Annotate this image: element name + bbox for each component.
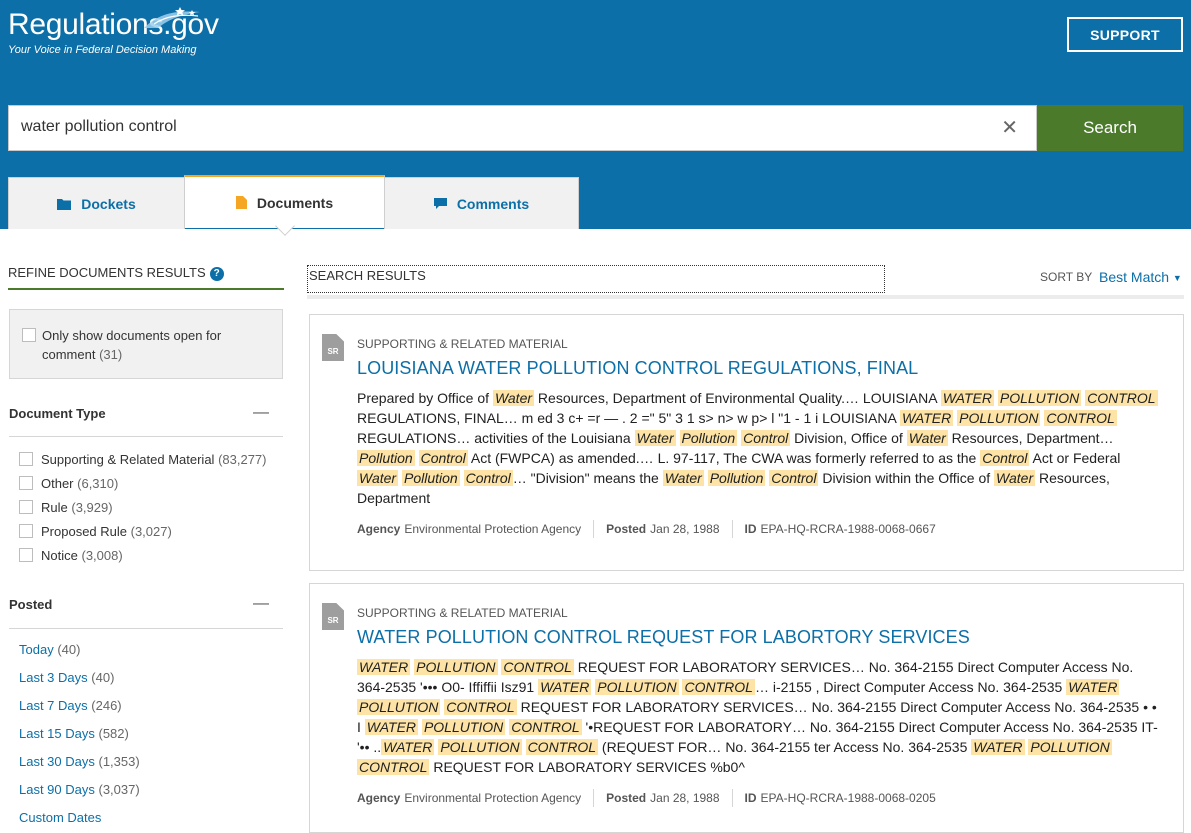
flag-swoosh-icon bbox=[144, 7, 200, 28]
result-snippet: WATER POLLUTION CONTROL REQUEST FOR LABO… bbox=[357, 659, 1158, 775]
sort-by-label: SORT BY bbox=[1040, 270, 1093, 284]
checkbox[interactable] bbox=[19, 476, 33, 490]
filter-notice[interactable]: Notice (3,008) bbox=[19, 548, 123, 563]
help-icon[interactable]: ? bbox=[209, 267, 224, 281]
divider bbox=[307, 295, 1184, 299]
result-card: SR SUPPORTING & RELATED MATERIAL LOUISIA… bbox=[309, 314, 1184, 571]
supporting-material-icon: SR bbox=[322, 334, 344, 361]
divider bbox=[9, 436, 283, 437]
agency: Environmental Protection Agency bbox=[404, 791, 582, 805]
result-type: SUPPORTING & RELATED MATERIAL bbox=[357, 337, 568, 351]
comment-icon bbox=[433, 197, 447, 209]
posted-date: Jan 28, 1988 bbox=[650, 791, 720, 805]
posted-heading[interactable]: Posted — bbox=[9, 595, 283, 613]
result-title-link[interactable]: WATER POLLUTION CONTROL REQUEST FOR LABO… bbox=[357, 627, 970, 648]
supporting-material-icon: SR bbox=[322, 603, 344, 630]
posted-last-90-days-link[interactable]: Last 90 Days (3,037) bbox=[19, 782, 140, 797]
posted-last-15-days-link[interactable]: Last 15 Days (582) bbox=[19, 726, 129, 741]
tab-label: Documents bbox=[256, 194, 334, 211]
filter-other[interactable]: Other (6,310) bbox=[19, 476, 118, 491]
filter-rule[interactable]: Rule (3,929) bbox=[19, 500, 113, 515]
document-icon bbox=[235, 196, 247, 209]
sort-dropdown[interactable]: Best Match ▼ bbox=[1099, 269, 1182, 285]
document-id: EPA-HQ-RCRA-1988-0068-0205 bbox=[760, 791, 936, 805]
caret-down-icon: ▼ bbox=[1172, 273, 1182, 283]
posted-last-3-days-link[interactable]: Last 3 Days (40) bbox=[19, 670, 114, 685]
result-meta: Agency Environmental Protection Agency Po… bbox=[357, 520, 936, 538]
site-tagline: Your Voice in Federal Decision Making bbox=[8, 44, 197, 56]
tab-comments[interactable]: Comments bbox=[384, 177, 579, 229]
posted-date: Jan 28, 1988 bbox=[650, 522, 720, 536]
result-card: SR SUPPORTING & RELATED MATERIAL WATER P… bbox=[309, 583, 1184, 833]
result-title-link[interactable]: LOUISIANA WATER POLLUTION CONTROL REGULA… bbox=[357, 358, 918, 379]
clear-icon[interactable]: ✕ bbox=[1001, 117, 1018, 139]
result-meta: Agency Environmental Protection Agency Po… bbox=[357, 789, 936, 807]
agency: Environmental Protection Agency bbox=[404, 522, 582, 536]
divider bbox=[9, 628, 283, 629]
result-snippet: Prepared by Office of Water Resources, D… bbox=[357, 390, 1158, 506]
checkbox[interactable] bbox=[19, 500, 33, 514]
checkbox[interactable] bbox=[19, 452, 33, 466]
collapse-icon[interactable]: — bbox=[253, 595, 269, 613]
refine-heading: REFINE DOCUMENTS RESULTS? bbox=[8, 265, 284, 290]
tab-dockets[interactable]: Dockets bbox=[8, 177, 185, 229]
open-for-comment-label[interactable]: Only show documents open for comment (31… bbox=[42, 326, 262, 364]
open-for-comment-filter: Only show documents open for comment (31… bbox=[9, 309, 283, 379]
posted-today-link[interactable]: Today (40) bbox=[19, 642, 80, 657]
refine-title: REFINE DOCUMENTS RESULTS bbox=[8, 265, 206, 280]
support-button[interactable]: SUPPORT bbox=[1067, 17, 1183, 52]
filter-proposed-rule[interactable]: Proposed Rule (3,027) bbox=[19, 524, 172, 539]
search-field[interactable]: water pollution control ✕ bbox=[8, 105, 1037, 151]
posted-last-7-days-link[interactable]: Last 7 Days (246) bbox=[19, 698, 122, 713]
result-type: SUPPORTING & RELATED MATERIAL bbox=[357, 606, 568, 620]
search-input[interactable]: water pollution control bbox=[21, 118, 177, 136]
document-id: EPA-HQ-RCRA-1988-0068-0667 bbox=[760, 522, 936, 536]
tab-label: Comments bbox=[456, 195, 530, 212]
tab-label: Dockets bbox=[81, 195, 136, 212]
folder-icon bbox=[57, 198, 72, 210]
search-button[interactable]: Search bbox=[1037, 105, 1183, 151]
posted-last-30-days-link[interactable]: Last 30 Days (1,353) bbox=[19, 754, 140, 769]
checkbox[interactable] bbox=[19, 524, 33, 538]
posted-custom-dates-link[interactable]: Custom Dates bbox=[19, 810, 101, 825]
checkbox[interactable] bbox=[19, 548, 33, 562]
open-for-comment-checkbox[interactable] bbox=[22, 328, 36, 342]
collapse-icon[interactable]: — bbox=[253, 404, 269, 422]
search-results-label: SEARCH RESULTS bbox=[307, 265, 885, 293]
filter-supporting-material[interactable]: Supporting & Related Material (83,277) bbox=[19, 452, 266, 467]
document-type-heading[interactable]: Document Type — bbox=[9, 404, 283, 422]
